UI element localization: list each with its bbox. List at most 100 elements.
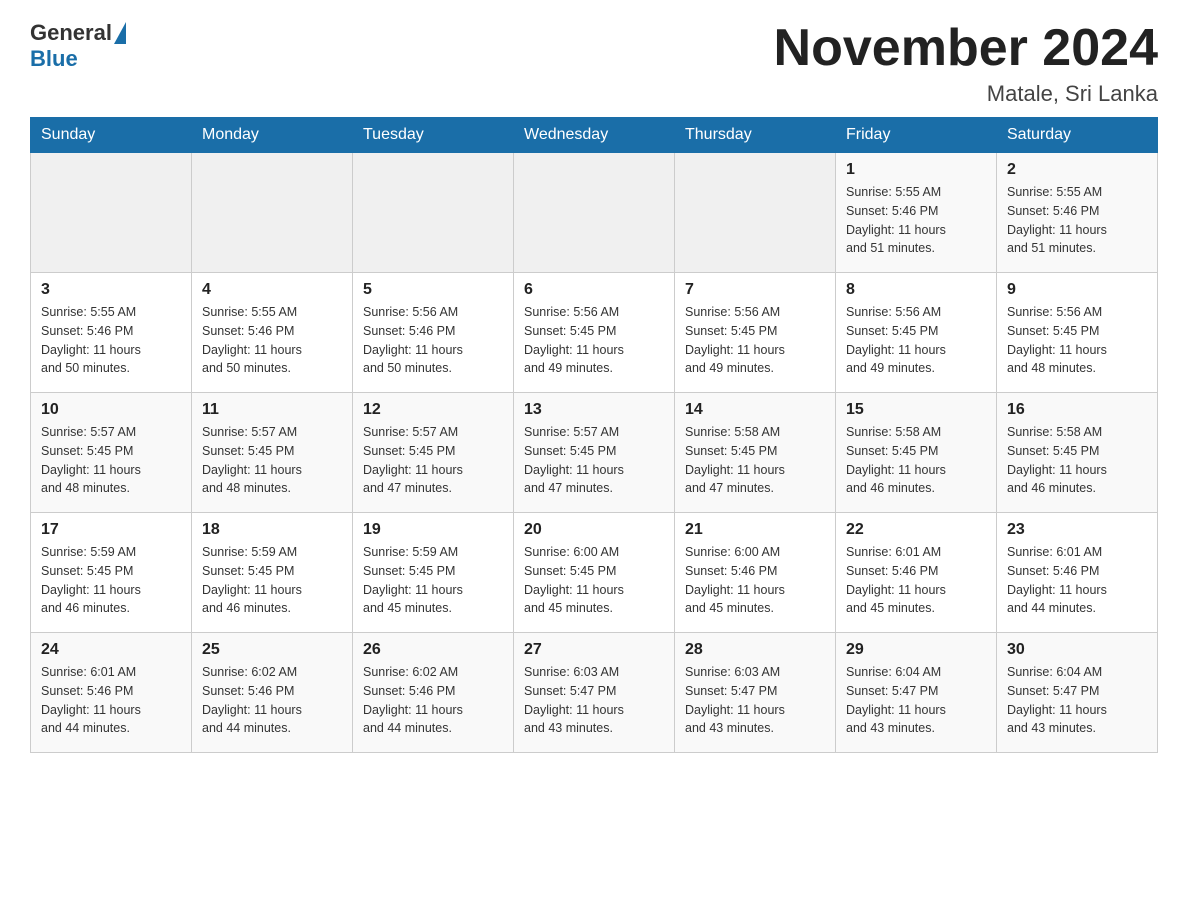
- day-number: 19: [363, 521, 503, 539]
- calendar-cell: 11 Sunrise: 5:57 AM Sunset: 5:45 PM Dayli…: [192, 393, 353, 513]
- day-info: Sunrise: 5:59 AM Sunset: 5:45 PM Dayligh…: [363, 543, 503, 618]
- day-number: 27: [524, 641, 664, 659]
- day-number: 21: [685, 521, 825, 539]
- day-number: 11: [202, 401, 342, 419]
- calendar-cell: 29Sunrise: 6:04 AM Sunset: 5:47 PM Dayli…: [836, 633, 997, 753]
- calendar-cell: 26 Sunrise: 6:02 AM Sunset: 5:46 PM Dayli…: [353, 633, 514, 753]
- calendar-cell: 14Sunrise: 5:58 AM Sunset: 5:45 PM Dayli…: [675, 393, 836, 513]
- page-header: General Blue November 2024 Matale, Sri L…: [30, 20, 1158, 107]
- calendar-cell: 18Sunrise: 5:59 AM Sunset: 5:45 PM Dayli…: [192, 513, 353, 633]
- calendar-cell: [353, 153, 514, 273]
- day-info: Sunrise: 6:01 AM Sunset: 5:46 PM Dayligh…: [846, 543, 986, 618]
- calendar-cell: 1 Sunrise: 5:55 AM Sunset: 5:46 PM Daylig…: [836, 153, 997, 273]
- weekday-header-tuesday: Tuesday: [353, 118, 514, 153]
- day-info: Sunrise: 5:57 AM Sunset: 5:45 PM Dayligh…: [202, 423, 342, 498]
- day-info: Sunrise: 6:04 AM Sunset: 5:47 PM Dayligh…: [1007, 663, 1147, 738]
- day-number: 9: [1007, 281, 1147, 299]
- calendar-cell: 9 Sunrise: 5:56 AM Sunset: 5:45 PM Daylig…: [997, 273, 1158, 393]
- location-label: Matale, Sri Lanka: [774, 81, 1158, 107]
- day-number: 3: [41, 281, 181, 299]
- calendar-cell: 15Sunrise: 5:58 AM Sunset: 5:45 PM Dayli…: [836, 393, 997, 513]
- weekday-header-thursday: Thursday: [675, 118, 836, 153]
- calendar-cell: 13 Sunrise: 5:57 AM Sunset: 5:45 PM Dayli…: [514, 393, 675, 513]
- day-info: Sunrise: 5:56 AM Sunset: 5:45 PM Dayligh…: [846, 303, 986, 378]
- month-title: November 2024: [774, 20, 1158, 77]
- day-number: 7: [685, 281, 825, 299]
- day-number: 12: [363, 401, 503, 419]
- calendar-cell: [192, 153, 353, 273]
- day-info: Sunrise: 5:55 AM Sunset: 5:46 PM Dayligh…: [846, 183, 986, 258]
- day-number: 1: [846, 161, 986, 179]
- calendar-week-4: 17Sunrise: 5:59 AM Sunset: 5:45 PM Dayli…: [31, 513, 1158, 633]
- day-number: 30: [1007, 641, 1147, 659]
- title-section: November 2024 Matale, Sri Lanka: [774, 20, 1158, 107]
- day-number: 6: [524, 281, 664, 299]
- calendar-cell: [514, 153, 675, 273]
- day-info: Sunrise: 5:56 AM Sunset: 5:46 PM Dayligh…: [363, 303, 503, 378]
- weekday-header-sunday: Sunday: [31, 118, 192, 153]
- calendar-cell: 3 Sunrise: 5:55 AM Sunset: 5:46 PM Daylig…: [31, 273, 192, 393]
- calendar-cell: 23Sunrise: 6:01 AM Sunset: 5:46 PM Dayli…: [997, 513, 1158, 633]
- calendar-week-1: 1 Sunrise: 5:55 AM Sunset: 5:46 PM Daylig…: [31, 153, 1158, 273]
- calendar-week-3: 10 Sunrise: 5:57 AM Sunset: 5:45 PM Dayli…: [31, 393, 1158, 513]
- day-number: 22: [846, 521, 986, 539]
- logo-general-text: General: [30, 20, 112, 46]
- day-info: Sunrise: 6:01 AM Sunset: 5:46 PM Dayligh…: [41, 663, 181, 738]
- day-info: Sunrise: 5:59 AM Sunset: 5:45 PM Dayligh…: [41, 543, 181, 618]
- calendar-cell: 5 Sunrise: 5:56 AM Sunset: 5:46 PM Daylig…: [353, 273, 514, 393]
- logo-flag-icon: [114, 22, 126, 44]
- calendar-cell: 30 Sunrise: 6:04 AM Sunset: 5:47 PM Dayli…: [997, 633, 1158, 753]
- weekday-header-row: SundayMondayTuesdayWednesdayThursdayFrid…: [31, 118, 1158, 153]
- day-number: 13: [524, 401, 664, 419]
- day-info: Sunrise: 5:55 AM Sunset: 5:46 PM Dayligh…: [1007, 183, 1147, 258]
- calendar-cell: 27 Sunrise: 6:03 AM Sunset: 5:47 PM Dayli…: [514, 633, 675, 753]
- day-info: Sunrise: 5:57 AM Sunset: 5:45 PM Dayligh…: [524, 423, 664, 498]
- day-number: 15: [846, 401, 986, 419]
- day-info: Sunrise: 6:02 AM Sunset: 5:46 PM Dayligh…: [202, 663, 342, 738]
- day-info: Sunrise: 5:55 AM Sunset: 5:46 PM Dayligh…: [202, 303, 342, 378]
- calendar-cell: 4 Sunrise: 5:55 AM Sunset: 5:46 PM Daylig…: [192, 273, 353, 393]
- calendar-week-2: 3 Sunrise: 5:55 AM Sunset: 5:46 PM Daylig…: [31, 273, 1158, 393]
- calendar-cell: 17Sunrise: 5:59 AM Sunset: 5:45 PM Dayli…: [31, 513, 192, 633]
- calendar-cell: 24 Sunrise: 6:01 AM Sunset: 5:46 PM Dayli…: [31, 633, 192, 753]
- calendar-cell: 6 Sunrise: 5:56 AM Sunset: 5:45 PM Daylig…: [514, 273, 675, 393]
- weekday-header-monday: Monday: [192, 118, 353, 153]
- day-info: Sunrise: 5:57 AM Sunset: 5:45 PM Dayligh…: [41, 423, 181, 498]
- calendar-cell: [675, 153, 836, 273]
- day-info: Sunrise: 6:00 AM Sunset: 5:46 PM Dayligh…: [685, 543, 825, 618]
- day-info: Sunrise: 6:02 AM Sunset: 5:46 PM Dayligh…: [363, 663, 503, 738]
- day-number: 5: [363, 281, 503, 299]
- day-info: Sunrise: 5:55 AM Sunset: 5:46 PM Dayligh…: [41, 303, 181, 378]
- day-number: 4: [202, 281, 342, 299]
- day-number: 29: [846, 641, 986, 659]
- logo-text: General: [30, 20, 128, 46]
- day-info: Sunrise: 5:56 AM Sunset: 5:45 PM Dayligh…: [524, 303, 664, 378]
- day-number: 14: [685, 401, 825, 419]
- day-number: 16: [1007, 401, 1147, 419]
- day-number: 26: [363, 641, 503, 659]
- day-info: Sunrise: 6:03 AM Sunset: 5:47 PM Dayligh…: [685, 663, 825, 738]
- calendar-cell: 7 Sunrise: 5:56 AM Sunset: 5:45 PM Daylig…: [675, 273, 836, 393]
- calendar-cell: 20Sunrise: 6:00 AM Sunset: 5:45 PM Dayli…: [514, 513, 675, 633]
- day-number: 25: [202, 641, 342, 659]
- calendar-cell: 12 Sunrise: 5:57 AM Sunset: 5:45 PM Dayli…: [353, 393, 514, 513]
- day-number: 2: [1007, 161, 1147, 179]
- day-info: Sunrise: 6:03 AM Sunset: 5:47 PM Dayligh…: [524, 663, 664, 738]
- day-number: 23: [1007, 521, 1147, 539]
- calendar-cell: 25 Sunrise: 6:02 AM Sunset: 5:46 PM Dayli…: [192, 633, 353, 753]
- calendar-cell: 21 Sunrise: 6:00 AM Sunset: 5:46 PM Dayli…: [675, 513, 836, 633]
- calendar-cell: 22 Sunrise: 6:01 AM Sunset: 5:46 PM Dayli…: [836, 513, 997, 633]
- calendar-cell: 19 Sunrise: 5:59 AM Sunset: 5:45 PM Dayli…: [353, 513, 514, 633]
- calendar-table: SundayMondayTuesdayWednesdayThursdayFrid…: [30, 117, 1158, 753]
- calendar-cell: 16Sunrise: 5:58 AM Sunset: 5:45 PM Dayli…: [997, 393, 1158, 513]
- weekday-header-friday: Friday: [836, 118, 997, 153]
- calendar-cell: 8Sunrise: 5:56 AM Sunset: 5:45 PM Daylig…: [836, 273, 997, 393]
- calendar-week-5: 24 Sunrise: 6:01 AM Sunset: 5:46 PM Dayli…: [31, 633, 1158, 753]
- day-info: Sunrise: 5:56 AM Sunset: 5:45 PM Dayligh…: [685, 303, 825, 378]
- calendar-cell: 10 Sunrise: 5:57 AM Sunset: 5:45 PM Dayli…: [31, 393, 192, 513]
- day-info: Sunrise: 5:57 AM Sunset: 5:45 PM Dayligh…: [363, 423, 503, 498]
- day-number: 24: [41, 641, 181, 659]
- weekday-header-saturday: Saturday: [997, 118, 1158, 153]
- day-info: Sunrise: 5:56 AM Sunset: 5:45 PM Dayligh…: [1007, 303, 1147, 378]
- day-number: 10: [41, 401, 181, 419]
